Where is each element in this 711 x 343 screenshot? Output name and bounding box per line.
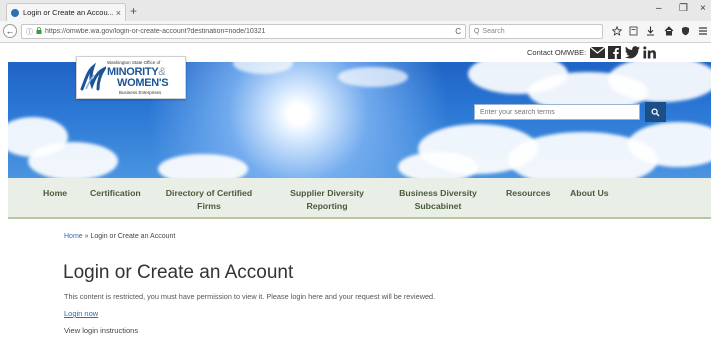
logo-mark-icon	[80, 63, 106, 91]
bookmarks-icon[interactable]	[629, 26, 638, 39]
breadcrumb: Home » Login or Create an Account	[64, 233, 175, 240]
linkedin-icon[interactable]	[643, 46, 656, 59]
shield-icon[interactable]	[681, 26, 690, 39]
cloud	[398, 152, 478, 178]
browser-search-field[interactable]: Q Search	[469, 24, 603, 39]
page-title: Login or Create an Account	[63, 262, 294, 283]
site-search-button[interactable]	[645, 102, 666, 122]
star-icon[interactable]	[611, 25, 623, 39]
restricted-message: This content is restricted, you must hav…	[64, 292, 436, 301]
download-icon[interactable]	[646, 26, 655, 39]
browser-tab[interactable]: Login or Create an Accou... ×	[6, 3, 126, 21]
new-tab-button[interactable]: +	[130, 4, 137, 18]
nav-item-directory[interactable]: Directory of Certified Firms	[160, 187, 258, 213]
browser-tab-bar: Login or Create an Accou... × + – ❐ ×	[0, 0, 711, 21]
reload-icon[interactable]: C	[455, 27, 461, 36]
cloud	[158, 154, 248, 178]
login-instructions-text: View login instructions	[64, 326, 139, 335]
login-now-link[interactable]: Login now	[64, 309, 98, 318]
window-minimize-button[interactable]: –	[656, 3, 662, 14]
info-icon[interactable]: ⓘ	[26, 27, 33, 37]
favicon-icon	[11, 8, 19, 17]
cloud	[28, 142, 118, 178]
facebook-icon[interactable]	[608, 46, 621, 59]
logo-line2: WOMEN'S	[117, 77, 169, 89]
twitter-icon[interactable]	[625, 46, 640, 59]
url-text: https://omwbe.wa.gov/login-or-create-acc…	[45, 28, 266, 35]
browser-search-placeholder: Search	[482, 28, 505, 35]
email-icon[interactable]	[590, 47, 605, 58]
page: Login or Create an Accou... × + – ❐ × ← …	[0, 0, 711, 343]
window-close-button[interactable]: ×	[700, 3, 706, 14]
menu-icon[interactable]	[698, 26, 708, 39]
contact-label: Contact OMWBE:	[527, 48, 587, 57]
search-icon	[651, 107, 660, 116]
nav-item-supplier-diversity[interactable]: Supplier Diversity Reporting	[282, 187, 372, 213]
tab-close-icon[interactable]: ×	[116, 8, 121, 18]
nav-item-business-diversity[interactable]: Business Diversity Subcabinet	[394, 187, 482, 213]
tab-title: Login or Create an Accou...	[23, 8, 113, 17]
site-logo[interactable]: Washington State Office of MINORITY& WOM…	[76, 56, 186, 99]
home-icon[interactable]	[664, 26, 674, 39]
cloud	[338, 67, 408, 87]
nav-item-certification[interactable]: Certification	[90, 187, 141, 200]
logo-line3: Business Enterprises	[119, 90, 162, 95]
logo-superscript: Washington State Office of	[107, 60, 161, 65]
nav-item-home[interactable]: Home	[43, 187, 67, 200]
browser-nav-bar: ← ⓘ https://omwbe.wa.gov/login-or-create…	[0, 21, 711, 43]
breadcrumb-home-link[interactable]: Home	[64, 233, 83, 240]
address-bar[interactable]: ⓘ https://omwbe.wa.gov/login-or-create-a…	[21, 24, 466, 39]
search-icon: Q	[474, 28, 480, 35]
lock-icon	[36, 27, 42, 36]
site-search-input[interactable]	[474, 104, 640, 120]
back-button[interactable]: ←	[3, 24, 17, 38]
cloud	[233, 62, 293, 74]
nav-item-resources[interactable]: Resources	[506, 187, 550, 200]
window-maximize-button[interactable]: ❐	[679, 3, 688, 14]
breadcrumb-current: Login or Create an Account	[90, 233, 176, 240]
nav-item-about-us[interactable]: About Us	[570, 187, 609, 200]
